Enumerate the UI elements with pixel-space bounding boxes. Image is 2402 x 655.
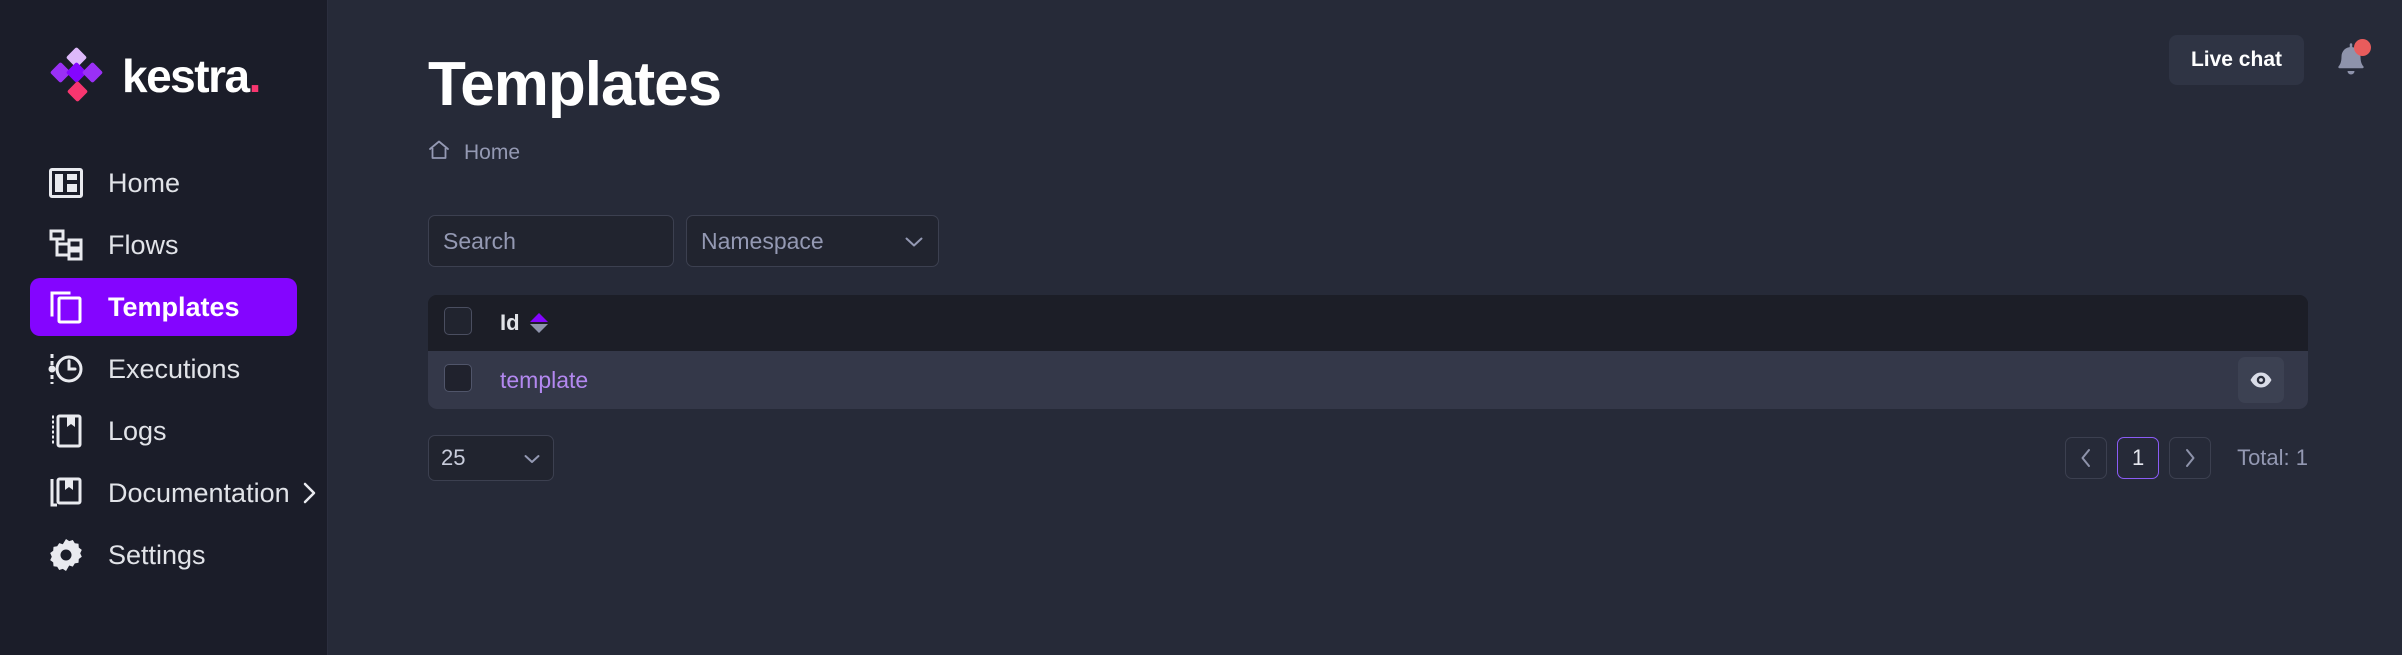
- total-count-label: Total: 1: [2237, 445, 2308, 471]
- sidebar-item-logs[interactable]: Logs: [30, 402, 297, 460]
- pagination-page-1[interactable]: 1: [2117, 437, 2160, 480]
- chevron-right-icon: [302, 481, 318, 505]
- notebook-icon: [46, 411, 86, 451]
- breadcrumb: Home: [428, 139, 2402, 167]
- table-row[interactable]: template: [428, 351, 2308, 410]
- select-all-header: [428, 295, 496, 351]
- pagination: 1 Total: 1: [2065, 437, 2308, 480]
- brand-name: kestra.: [122, 50, 262, 102]
- sidebar-item-label: Logs: [108, 415, 167, 446]
- app-root: kestra. Home Flows Templates Executions …: [0, 0, 2402, 655]
- topbar: Live chat: [2168, 0, 2402, 120]
- table-header-row: Id: [428, 295, 2308, 352]
- breadcrumb-item-home[interactable]: Home: [464, 141, 520, 165]
- column-header-id-label: Id: [500, 310, 520, 336]
- bell-icon[interactable]: [2330, 39, 2372, 81]
- sidebar-nav: Home Flows Templates Executions Logs Doc…: [0, 154, 327, 584]
- sidebar-item-label: Flows: [108, 229, 179, 260]
- sidebar-item-executions[interactable]: Executions: [30, 340, 297, 398]
- home-icon: [428, 139, 450, 167]
- pagination-next-button[interactable]: [2169, 437, 2212, 480]
- page-size-select[interactable]: 25: [428, 435, 554, 482]
- sidebar-item-templates[interactable]: Templates: [30, 278, 297, 336]
- chevron-down-icon: [904, 228, 924, 255]
- eye-icon[interactable]: [2238, 357, 2284, 404]
- templates-table: Id template: [428, 295, 2308, 410]
- column-header-id[interactable]: Id: [496, 295, 2228, 351]
- kestra-diamond-logo-icon: [48, 46, 106, 104]
- flow-tree-icon: [46, 225, 86, 265]
- page-title: Templates: [428, 50, 722, 119]
- sidebar-item-label: Templates: [108, 291, 240, 322]
- dashboard-icon: [46, 163, 86, 203]
- sidebar-item-documentation[interactable]: Documentation: [30, 464, 315, 522]
- main-content: Live chat Templates Home Search Namespac…: [328, 0, 2402, 655]
- select-all-checkbox[interactable]: [444, 306, 472, 335]
- clock-icon: [46, 349, 86, 389]
- chevron-down-icon: [523, 445, 541, 471]
- column-header-actions: [2228, 295, 2308, 351]
- brand-logo[interactable]: kestra.: [0, 0, 327, 110]
- search-box[interactable]: [428, 215, 766, 268]
- row-actions-cell: [2228, 351, 2308, 409]
- brand-dot: .: [248, 50, 262, 102]
- notification-badge: [2354, 39, 2371, 56]
- sidebar-item-label: Documentation: [108, 477, 290, 508]
- sidebar-item-home[interactable]: Home: [30, 154, 297, 212]
- sidebar: kestra. Home Flows Templates Executions …: [0, 0, 328, 655]
- namespace-select-label: Namespace: [701, 227, 824, 254]
- sidebar-item-settings[interactable]: Settings: [30, 526, 297, 584]
- namespace-select[interactable]: Namespace: [686, 215, 939, 268]
- row-select-cell: [428, 351, 496, 409]
- table-head: Id: [428, 295, 2308, 352]
- copy-pages-icon: [46, 287, 86, 327]
- sidebar-item-label: Executions: [108, 353, 241, 384]
- sidebar-item-flows[interactable]: Flows: [30, 216, 297, 274]
- live-chat-button[interactable]: Live chat: [2168, 35, 2304, 85]
- page-size-value: 25: [441, 445, 466, 471]
- sidebar-item-label: Home: [108, 167, 181, 198]
- gear-icon: [46, 535, 86, 575]
- table-footer: 25 1 Total: 1: [428, 435, 2308, 482]
- sort-asc-desc-icon[interactable]: [529, 313, 548, 334]
- row-checkbox[interactable]: [444, 363, 472, 392]
- page-header: Templates Home: [328, 0, 2402, 167]
- row-id-cell: template: [496, 351, 2228, 409]
- book-icon: [46, 473, 86, 513]
- sidebar-item-label: Settings: [108, 539, 206, 570]
- table-body: template: [428, 351, 2308, 410]
- filters-bar: Namespace: [328, 167, 2402, 268]
- pagination-prev-button[interactable]: [2065, 437, 2108, 480]
- template-link[interactable]: template: [500, 367, 588, 393]
